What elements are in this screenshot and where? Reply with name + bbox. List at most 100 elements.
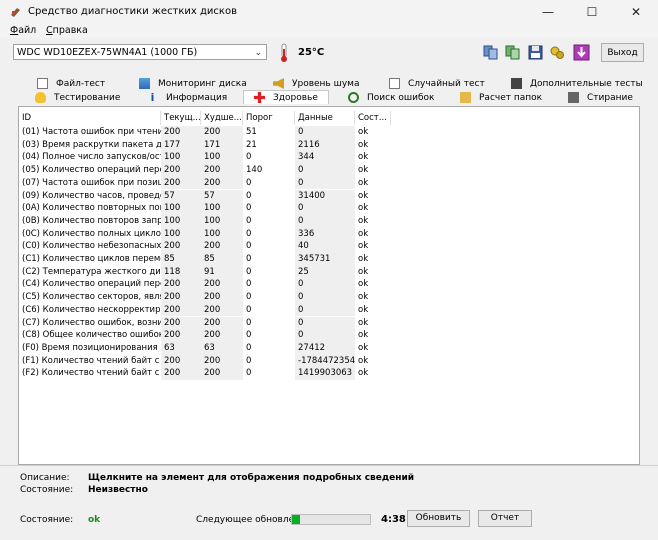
menu-edit[interactable]: Справка xyxy=(46,25,88,36)
menu-file[interactable]: Файл xyxy=(10,25,36,36)
speaker-icon xyxy=(273,78,284,89)
cell-threshold: 0 xyxy=(246,190,252,201)
smart-table[interactable]: ID Текущ... Худше... Порог Данные Сост..… xyxy=(18,106,640,465)
table-row[interactable]: (C7) Количество ошибок, возника...200200… xyxy=(19,316,419,330)
cell-threshold: 0 xyxy=(246,355,252,366)
table-row[interactable]: (C6) Количество нескорректирова...200200… xyxy=(19,303,419,317)
cell-threshold: 51 xyxy=(246,127,257,137)
copy-icon[interactable] xyxy=(482,44,499,61)
cell-worst: 100 xyxy=(201,227,243,241)
exit-button[interactable]: Выход xyxy=(601,43,644,62)
cell-raw-data: 0 xyxy=(295,291,355,304)
chart-icon xyxy=(389,78,400,89)
menu-bar: Файл Справка xyxy=(0,24,658,38)
cell-attribute: (03) Время раскрутки пакета дис... xyxy=(22,139,161,150)
cell-attribute: (F0) Время позиционирования гол... xyxy=(22,342,161,353)
table-row[interactable]: (04) Полное число запусков/оста...100100… xyxy=(19,151,419,165)
tab-extra-tests[interactable]: Дополнительные тесты xyxy=(511,77,643,90)
status-label: Состояние: xyxy=(20,515,74,525)
cell-attribute: (0A) Количество повторных попыт... xyxy=(22,203,161,214)
save-icon[interactable] xyxy=(527,44,544,61)
cell-status: ok xyxy=(358,279,369,290)
cell-current: 200 xyxy=(161,176,201,190)
tab-file-test[interactable]: Файл-тест xyxy=(37,77,105,90)
copy-text-icon[interactable] xyxy=(504,44,521,61)
settings-icon[interactable] xyxy=(549,44,566,61)
cell-raw-data: 2116 xyxy=(295,138,355,152)
report-button[interactable]: Отчет xyxy=(478,510,532,527)
temperature-value: 25°C xyxy=(298,47,325,58)
maximize-button[interactable]: ☐ xyxy=(570,0,614,24)
cell-current: 200 xyxy=(161,367,201,380)
tab-noise-level[interactable]: Уровень шума xyxy=(273,77,359,90)
grid-icon xyxy=(511,78,522,89)
cell-status: ok xyxy=(358,292,369,303)
column-header-id[interactable]: ID xyxy=(19,111,161,125)
cell-raw-data: 40 xyxy=(295,240,355,253)
minimize-button[interactable]: — xyxy=(526,0,570,24)
cell-status: ok xyxy=(358,228,369,239)
tab-random-test[interactable]: Случайный тест xyxy=(389,77,485,90)
table-row[interactable]: (C1) Количество циклов перемещ...8585034… xyxy=(19,253,419,266)
close-button[interactable]: ✕ xyxy=(614,0,658,24)
table-row[interactable]: (C5) Количество секторов, являю...200200… xyxy=(19,291,419,304)
table-row[interactable]: (03) Время раскрутки пакета дис...177171… xyxy=(19,138,419,152)
tab-disk-monitoring[interactable]: Мониторинг диска xyxy=(139,77,247,90)
cell-raw-data: -1784472354 xyxy=(295,354,355,368)
cell-current: 200 xyxy=(161,303,201,317)
table-row[interactable]: (C0) Количество небезопасных в...2002000… xyxy=(19,240,419,253)
column-header-threshold[interactable]: Порог xyxy=(243,111,295,125)
table-row[interactable]: (09) Количество часов, проведенн...57570… xyxy=(19,189,419,203)
tab-error-scan[interactable]: Поиск ошибок xyxy=(348,91,434,104)
tab-health[interactable]: Здоровье xyxy=(243,90,329,104)
cell-status: ok xyxy=(358,190,369,201)
table-row[interactable]: (0A) Количество повторных попыт...100100… xyxy=(19,202,419,215)
cell-attribute: (07) Частота ошибок при позицио... xyxy=(22,177,161,188)
cell-status: ok xyxy=(358,139,369,150)
cell-worst: 91 xyxy=(201,265,243,279)
cell-threshold: 0 xyxy=(246,342,252,353)
column-header-data[interactable]: Данные xyxy=(295,111,355,125)
table-row[interactable]: (01) Частота ошибок при чтении д...20020… xyxy=(19,126,419,139)
column-header-worst[interactable]: Худше... xyxy=(201,111,243,125)
cell-raw-data: 0 xyxy=(295,278,355,292)
close-icon: ✕ xyxy=(630,5,642,19)
refresh-button[interactable]: Обновить xyxy=(407,510,470,527)
tab-testing-label: Тестирование xyxy=(54,92,121,103)
cell-worst: 171 xyxy=(201,138,243,152)
drive-select[interactable]: WDC WD10EZEX-75WN4A1 (1000 ГБ) ⌄ xyxy=(13,44,267,60)
file-icon xyxy=(37,78,48,89)
cell-threshold: 0 xyxy=(246,317,252,328)
table-row[interactable]: (0B) Количество повторов запрос...100100… xyxy=(19,214,419,228)
tab-erase[interactable]: Стирание xyxy=(568,91,633,104)
cell-current: 177 xyxy=(161,138,201,152)
tab-folder-calc[interactable]: Расчет папок xyxy=(460,91,542,104)
table-row[interactable]: (F0) Время позиционирования гол...636302… xyxy=(19,341,419,355)
cell-current: 200 xyxy=(161,291,201,304)
description-value: Щелкните на элемент для отображения подр… xyxy=(88,473,415,483)
cell-threshold: 0 xyxy=(246,177,252,188)
table-row[interactable]: (C2) Температура жесткого диска 118 91 0 25 o… xyxy=(19,265,419,279)
table-row[interactable]: (C4) Количество операций перена...200200… xyxy=(19,278,419,292)
cell-worst: 57 xyxy=(201,189,243,203)
cell-worst: 100 xyxy=(201,151,243,165)
download-icon[interactable] xyxy=(573,44,590,61)
cell-status: ok xyxy=(358,266,369,277)
table-row[interactable]: (07) Частота ошибок при позицио...200200… xyxy=(19,176,419,190)
cell-threshold: 140 xyxy=(246,165,263,176)
column-header-status[interactable]: Сост... xyxy=(355,111,391,125)
table-row[interactable]: (05) Количество операций перена...200200… xyxy=(19,164,419,177)
cell-status: ok xyxy=(358,342,369,353)
tab-testing[interactable]: Тестирование xyxy=(35,91,120,104)
table-row[interactable]: (F1) Количество чтений байт с узл...2002… xyxy=(19,354,419,368)
table-row[interactable]: (C8) Общее количество ошибок, п...200200… xyxy=(19,329,419,342)
table-row[interactable]: (0C) Количество полных циклов в...100100… xyxy=(19,227,419,241)
column-header-current[interactable]: Текущ... xyxy=(161,111,201,125)
cell-attribute: (F1) Количество чтений байт с узл... xyxy=(22,355,161,366)
tab-information[interactable]: i Информация xyxy=(147,91,228,104)
cell-status: ok xyxy=(358,241,369,252)
table-row[interactable]: (F2) Количество чтений байт с узл...2002… xyxy=(19,367,419,380)
cell-threshold: 0 xyxy=(246,292,252,303)
cell-threshold: 0 xyxy=(246,152,252,163)
cell-raw-data: 25 xyxy=(295,265,355,279)
